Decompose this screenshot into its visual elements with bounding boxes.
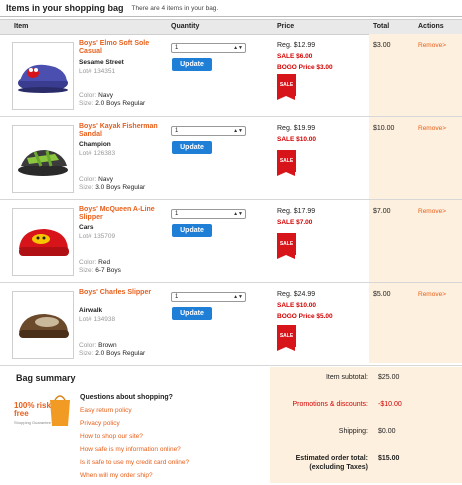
cart-row: Boys' Elmo Soft Sole Casual Sesame Stree… xyxy=(0,34,462,117)
help-link-returns[interactable]: Easy return policy xyxy=(80,407,189,420)
product-brand: Cars xyxy=(79,224,94,231)
column-quantity: Quantity xyxy=(171,23,200,30)
help-link-credit-card[interactable]: Is it safe to use my credit card online? xyxy=(80,459,189,472)
product-name[interactable]: Boys' Kayak Fisherman Sandal xyxy=(79,123,161,139)
update-button[interactable]: Update xyxy=(172,141,212,154)
product-size: Size: 2.0 Boys Regular xyxy=(79,100,146,107)
promotions-label: Promotions & discounts: xyxy=(292,401,368,408)
logo-text: 100% risk free xyxy=(14,401,51,418)
product-name[interactable]: Boys' McQueen A-Line Slipper xyxy=(79,206,161,222)
product-image[interactable] xyxy=(12,208,74,276)
help-link-info-safety[interactable]: How safe is my information online? xyxy=(80,446,189,459)
risk-free-guarantee-logo: 100% risk free Shopping Guarantee xyxy=(14,392,74,428)
subtotal-label: Item subtotal: xyxy=(325,374,368,381)
sale-price: SALE $6.00 xyxy=(277,53,313,60)
line-total: $7.00 xyxy=(373,208,391,215)
update-button[interactable]: Update xyxy=(172,307,212,320)
product-color: Color: Brown xyxy=(79,342,117,349)
product-brand: Sesame Street xyxy=(79,59,124,66)
bogo-price: BOGO Price $3.00 xyxy=(277,64,333,71)
line-total: $10.00 xyxy=(373,125,395,132)
promotions-value: -$10.00 xyxy=(378,401,402,408)
regular-price: Reg. $12.99 xyxy=(277,42,316,49)
column-actions: Actions xyxy=(418,23,444,30)
logo-subtext: Shopping Guarantee xyxy=(14,420,51,425)
subtotal-value: $25.00 xyxy=(378,374,400,381)
help-link-how-to-shop[interactable]: How to shop our site? xyxy=(80,433,189,446)
remove-link[interactable]: Remove> xyxy=(418,208,446,215)
product-size: Size: 6-7 Boys xyxy=(79,267,121,274)
questions-title: Questions about shopping? xyxy=(80,394,173,401)
select-arrows-icon: ▲▼ xyxy=(233,211,243,217)
sale-tag-icon: SALE xyxy=(277,74,296,100)
slipper-image-mcqueen xyxy=(19,229,69,256)
order-total-label: Estimated order total: xyxy=(295,455,368,462)
shoe-image-elmo xyxy=(18,64,68,93)
product-name[interactable]: Boys' Elmo Soft Sole Casual xyxy=(79,40,161,56)
remove-link[interactable]: Remove> xyxy=(418,125,446,132)
sale-price: SALE $10.00 xyxy=(277,302,317,309)
select-arrows-icon: ▲▼ xyxy=(233,294,243,300)
product-lot: Lot# 134351 xyxy=(79,68,116,75)
product-lot: Lot# 135709 xyxy=(79,233,116,240)
quantity-select[interactable]: 1 ▲▼ xyxy=(171,209,246,219)
product-lot: Lot# 134938 xyxy=(79,316,116,323)
order-total-value: $15.00 xyxy=(378,455,400,462)
quantity-select[interactable]: 1 ▲▼ xyxy=(171,126,246,136)
sale-tag-icon: SALE xyxy=(277,233,296,259)
sale-tag-icon: SALE xyxy=(277,150,296,176)
shipping-label: Shipping: xyxy=(338,428,368,435)
help-link-shipping[interactable]: When will my order ship? xyxy=(80,472,189,485)
order-total-sublabel: (excluding Taxes) xyxy=(309,464,368,471)
cart-row: Boys' Charles Slipper Airwalk Lot# 13493… xyxy=(0,283,462,366)
sale-price: SALE $7.00 xyxy=(277,219,313,226)
product-color: Color: Navy xyxy=(79,92,113,99)
column-total: Total xyxy=(373,23,390,30)
shipping-value: $0.00 xyxy=(378,428,396,435)
line-total: $3.00 xyxy=(373,42,391,49)
select-arrows-icon: ▲▼ xyxy=(233,45,243,51)
product-size: Size: 2.0 Boys Regular xyxy=(79,350,146,357)
update-button[interactable]: Update xyxy=(172,58,212,71)
product-color: Color: Navy xyxy=(79,176,113,183)
regular-price: Reg. $24.99 xyxy=(277,291,316,298)
item-count-text: There are 4 items in your bag. xyxy=(131,4,219,12)
column-header-row: Item Quantity Price Total Actions xyxy=(0,19,462,35)
select-arrows-icon: ▲▼ xyxy=(233,128,243,134)
sale-price: SALE $10.00 xyxy=(277,136,317,143)
quantity-select[interactable]: 1 ▲▼ xyxy=(171,43,246,53)
update-button[interactable]: Update xyxy=(172,224,212,237)
product-brand: Champion xyxy=(79,141,111,148)
product-image[interactable] xyxy=(12,291,74,359)
remove-link[interactable]: Remove> xyxy=(418,42,446,49)
sandal-image-kayak xyxy=(18,150,68,176)
product-lot: Lot# 126383 xyxy=(79,150,116,157)
remove-link[interactable]: Remove> xyxy=(418,291,446,298)
bag-summary-title: Bag summary xyxy=(16,373,76,383)
product-brand: Airwalk xyxy=(79,307,103,314)
cart-row: Boys' Kayak Fisherman Sandal Champion Lo… xyxy=(0,117,462,200)
slipper-image-charles xyxy=(19,314,69,338)
bag-header: Items in your shopping bag There are 4 i… xyxy=(0,0,462,17)
page-title: Items in your shopping bag xyxy=(6,3,124,13)
bogo-price: BOGO Price $5.00 xyxy=(277,313,333,320)
regular-price: Reg. $17.99 xyxy=(277,208,316,215)
quantity-select[interactable]: 1 ▲▼ xyxy=(171,292,246,302)
column-item: Item xyxy=(14,23,29,30)
product-name[interactable]: Boys' Charles Slipper xyxy=(79,289,161,297)
regular-price: Reg. $19.99 xyxy=(277,125,316,132)
line-total: $5.00 xyxy=(373,291,391,298)
column-price: Price xyxy=(277,23,295,30)
cart-row: Boys' McQueen A-Line Slipper Cars Lot# 1… xyxy=(0,200,462,283)
product-image[interactable] xyxy=(12,125,74,193)
help-links: Easy return policy Privacy policy How to… xyxy=(80,407,189,485)
product-image[interactable] xyxy=(12,42,74,110)
sale-tag-icon: SALE xyxy=(277,325,296,351)
product-size: Size: 3.0 Boys Regular xyxy=(79,184,146,191)
product-color: Color: Red xyxy=(79,259,111,266)
help-link-privacy[interactable]: Privacy policy xyxy=(80,420,189,433)
